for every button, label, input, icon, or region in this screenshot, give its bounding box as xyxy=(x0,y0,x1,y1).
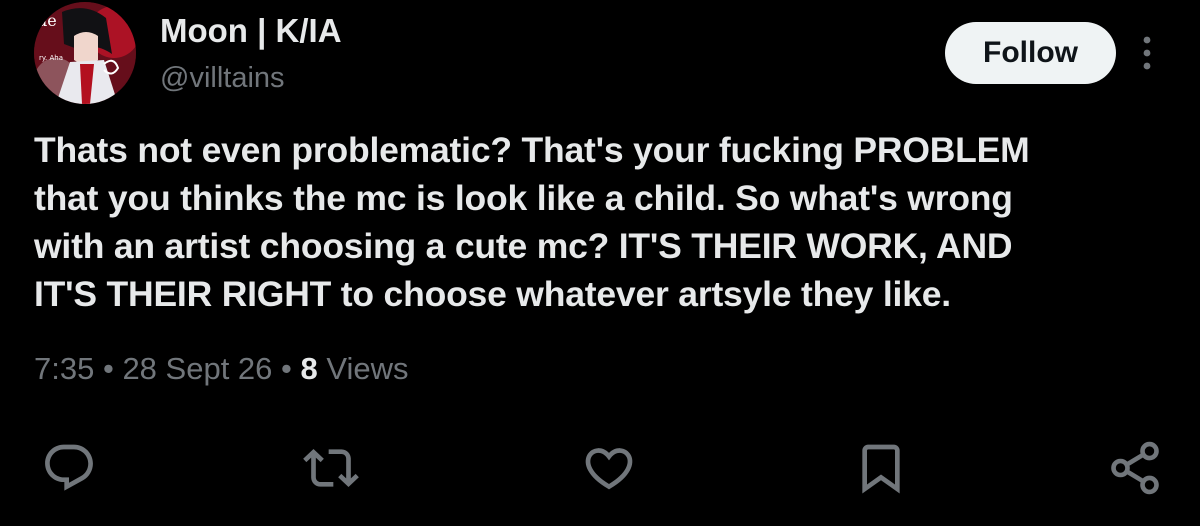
tweet: de ry. Aha Moon | K/IA @villtains Follow… xyxy=(0,0,1200,526)
views-label: Views xyxy=(326,351,409,386)
tweet-text: Thats not even problematic? That's your … xyxy=(34,130,1030,314)
reply-button[interactable] xyxy=(38,437,100,499)
more-vertical-icon xyxy=(1143,36,1151,70)
more-button[interactable] xyxy=(1132,32,1162,74)
repost-icon xyxy=(303,449,359,487)
tweet-time[interactable]: 7:35 xyxy=(34,351,94,386)
tweet-date[interactable]: 28 Sept 26 xyxy=(122,351,272,386)
action-bar xyxy=(0,437,1200,499)
share-button[interactable] xyxy=(1104,437,1166,499)
reply-icon xyxy=(45,444,93,491)
display-name[interactable]: Moon | K/IA xyxy=(160,12,342,50)
bookmark-button[interactable] xyxy=(850,437,912,499)
share-icon xyxy=(1111,441,1159,495)
follow-button[interactable]: Follow xyxy=(945,22,1116,84)
meta-separator: • xyxy=(272,351,301,386)
tweet-meta: 7:35 • 28 Sept 26 • 8 Views xyxy=(34,351,409,387)
meta-separator: • xyxy=(94,351,123,386)
bookmark-icon xyxy=(862,444,900,494)
svg-text:de: de xyxy=(37,11,57,30)
views-count: 8 xyxy=(300,351,318,386)
avatar[interactable]: de ry. Aha xyxy=(34,2,136,104)
repost-button[interactable] xyxy=(300,437,362,499)
like-button[interactable] xyxy=(578,437,640,499)
anime-character-avatar: de ry. Aha xyxy=(34,2,136,104)
svg-text:ry. Aha: ry. Aha xyxy=(39,54,63,62)
heart-icon xyxy=(585,448,633,490)
user-handle[interactable]: @villtains xyxy=(160,62,285,95)
